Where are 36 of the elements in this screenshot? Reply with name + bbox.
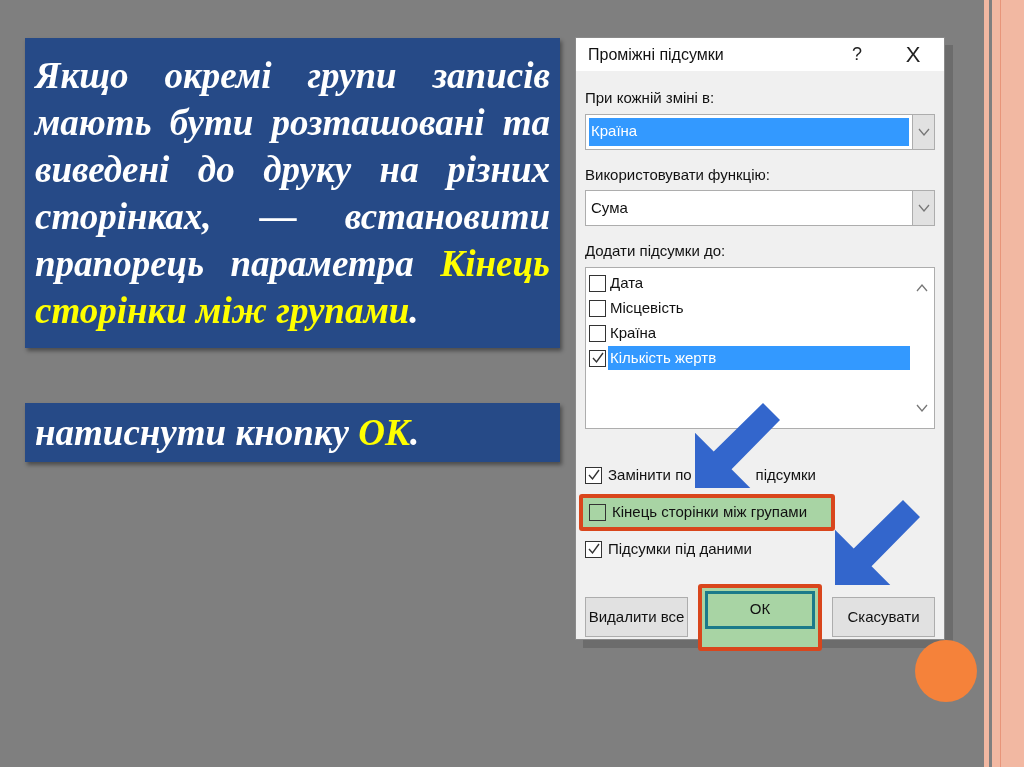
chevron-up-icon: [916, 283, 928, 292]
ok-button[interactable]: ОК: [705, 590, 815, 629]
dialog-button[interactable]: Скасувати: [832, 597, 935, 637]
slide-text: Якщо окремі групи записів мають бути розташовані та виведені до друку на різних сторінках, — встановити прапорець параметра Кінець сторінки між групами.: [35, 54, 550, 333]
slide-text: натиснути кнопку ОК.: [35, 411, 421, 455]
arrow-icon: [835, 500, 920, 585]
dropdown-value: Сума: [590, 197, 629, 218]
checkbox-label: підсумки: [755, 464, 816, 485]
list-item[interactable]: Дата: [608, 271, 910, 295]
field-label: При кожній зміні в:: [585, 88, 716, 108]
checkmark-icon: [587, 469, 600, 481]
list-item[interactable]: Країна: [608, 321, 910, 345]
checkbox-label: Кінець сторінки між групами: [612, 501, 808, 522]
list-item[interactable]: Місцевість: [608, 296, 910, 320]
checkbox[interactable]: [589, 503, 606, 521]
window-title: Проміжні підсумки: [588, 44, 725, 65]
checkbox[interactable]: [589, 349, 606, 367]
dropdown-value: Країна: [589, 117, 909, 146]
checkbox[interactable]: [589, 274, 606, 292]
checkbox[interactable]: [585, 540, 602, 558]
dropdown[interactable]: Сума: [585, 190, 935, 226]
checkmark-icon: [591, 352, 604, 364]
chevron-down-icon: [917, 204, 930, 212]
help-button[interactable]: ?: [832, 41, 882, 68]
chevron-down-icon: [916, 403, 928, 412]
chevron-down-icon: [917, 127, 930, 136]
checkbox-label: Підсумки під даними: [608, 538, 752, 559]
close-button[interactable]: X: [882, 38, 944, 71]
dialog-button[interactable]: Видалити все: [585, 597, 688, 637]
checkbox-label: Замінити по: [608, 464, 692, 485]
checkbox[interactable]: [589, 299, 606, 317]
checkmark-icon: [587, 543, 600, 555]
checkbox[interactable]: [585, 466, 602, 484]
field-label: Використовувати функцію:: [585, 164, 771, 185]
field-label: Додати підсумки до:: [585, 241, 727, 261]
checkbox[interactable]: [589, 324, 606, 342]
